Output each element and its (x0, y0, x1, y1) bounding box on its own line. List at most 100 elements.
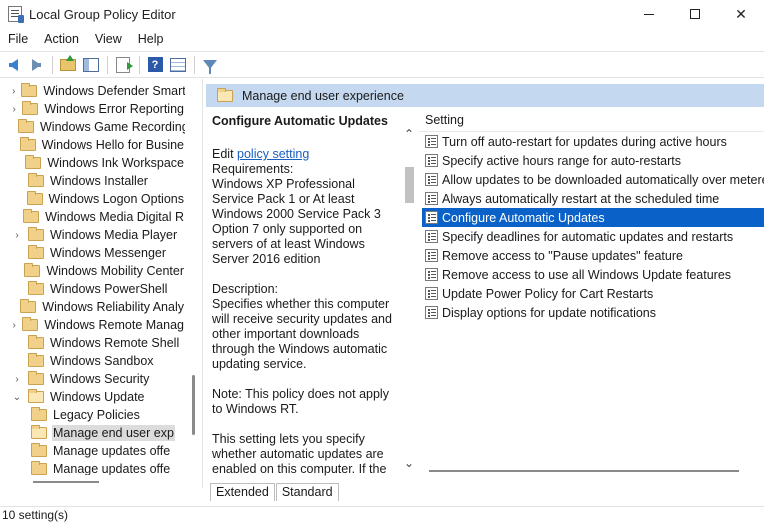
show-hide-tree-button[interactable] (80, 54, 102, 76)
view-button[interactable] (167, 54, 189, 76)
folder-icon (31, 407, 47, 421)
menu-view[interactable]: View (87, 28, 130, 50)
close-button[interactable]: ✕ (718, 0, 764, 28)
folder-icon (21, 83, 38, 97)
pane-header: Manage end user experience (206, 84, 764, 107)
folder-icon (26, 191, 43, 205)
scroll-up-icon[interactable]: ⌃ (404, 127, 414, 141)
tree-item-label: Windows Defender Smart (43, 84, 185, 98)
tab-standard[interactable]: Standard (275, 483, 339, 501)
setting-row[interactable]: Remove access to use all Windows Update … (422, 265, 764, 284)
tree-item[interactable]: › Windows Media Player (0, 226, 185, 244)
tree-item-label: Legacy Policies (53, 408, 140, 422)
menu-help[interactable]: Help (130, 28, 172, 50)
description-scrollbar[interactable]: ⌃ ⌄ (401, 127, 418, 472)
setting-row[interactable]: Turn off auto-restart for updates during… (422, 132, 764, 151)
tree-item[interactable]: Windows Media Digital R (0, 208, 185, 226)
expand-chevron-icon[interactable]: › (12, 82, 15, 100)
up-folder-icon (60, 54, 76, 71)
folder-icon (31, 461, 47, 475)
expand-chevron-icon[interactable]: › (12, 100, 16, 118)
tab-extended[interactable]: Extended (210, 483, 275, 501)
expand-chevron-icon[interactable]: › (12, 316, 16, 334)
expand-chevron-icon[interactable]: ⌄ (12, 388, 22, 406)
folder-icon (28, 371, 44, 385)
menu-action[interactable]: Action (36, 28, 87, 50)
policy-setting-icon (425, 306, 438, 319)
tree-item[interactable]: Windows Game Recording (0, 118, 185, 136)
tree-item[interactable]: Windows Messenger (0, 244, 185, 262)
expand-chevron-icon[interactable]: › (12, 370, 22, 388)
tree-item[interactable]: › Windows Error Reporting (0, 100, 185, 118)
folder-icon (28, 335, 44, 349)
setting-row[interactable]: Configure Automatic Updates (422, 208, 764, 227)
setting-row[interactable]: Specify deadlines for automatic updates … (422, 227, 764, 246)
tree-item[interactable]: Manage end user exp (0, 424, 185, 442)
expand-chevron-icon[interactable]: › (12, 226, 22, 244)
tree-item[interactable]: › Windows Remote Manag (0, 316, 185, 334)
setting-row[interactable]: Update Power Policy for Cart Restarts (422, 284, 764, 303)
details-pane: Manage end user experience Configure Aut… (206, 84, 764, 501)
help-button[interactable]: ? (144, 54, 166, 76)
view-tabs: Extended Standard (206, 481, 764, 501)
policy-setting-icon (425, 154, 438, 167)
setting-label: Specify active hours range for auto-rest… (442, 153, 682, 168)
edit-policy-setting-link[interactable]: policy setting (237, 147, 309, 161)
forward-button[interactable] (25, 54, 47, 76)
tree-item[interactable]: › Windows Defender Smart (0, 82, 185, 100)
folder-icon (18, 119, 34, 133)
back-arrow-icon (8, 58, 18, 71)
setting-row[interactable]: Specify active hours range for auto-rest… (422, 151, 764, 170)
menu-bar: File Action View Help (0, 28, 764, 50)
menu-file[interactable]: File (0, 28, 36, 50)
setting-row[interactable]: Allow updates to be downloaded automatic… (422, 170, 764, 189)
minimize-button[interactable] (626, 0, 672, 28)
setting-column-header[interactable]: Setting (419, 107, 764, 132)
setting-row[interactable]: Display options for update notifications (422, 303, 764, 322)
maximize-button[interactable] (672, 0, 718, 28)
tree-item[interactable]: › Windows Security (0, 370, 185, 388)
window-title: Local Group Policy Editor (29, 6, 176, 22)
tree-vertical-scrollbar[interactable] (185, 79, 202, 474)
edit-prefix: Edit (212, 147, 238, 161)
tree-item-label: Windows Update (50, 390, 145, 404)
tree-item[interactable]: Windows Sandbox (0, 352, 185, 370)
setting-label: Turn off auto-restart for updates during… (442, 134, 727, 149)
tree-item[interactable]: Windows PowerShell (0, 280, 185, 298)
description-scroll-thumb[interactable] (405, 167, 414, 203)
tree-item[interactable]: Manage updates offe (0, 442, 185, 460)
minimize-icon (644, 13, 654, 15)
tree-item[interactable]: Windows Installer (0, 172, 185, 190)
title-bar: Local Group Policy Editor ✕ (0, 0, 764, 28)
folder-icon (31, 443, 47, 457)
folder-icon (217, 87, 233, 102)
tree-horizontal-scrollbar[interactable] (0, 475, 185, 488)
back-button[interactable] (2, 54, 24, 76)
tree-item[interactable]: Windows Reliability Analy (0, 298, 185, 316)
tree-item[interactable]: ⌄ Windows Update (0, 388, 185, 406)
filter-icon (203, 60, 217, 74)
tree-item[interactable]: Windows Ink Workspace (0, 154, 185, 172)
tree-item[interactable]: Windows Hello for Busine (0, 136, 185, 154)
tree-item[interactable]: Windows Remote Shell (0, 334, 185, 352)
export-list-button[interactable] (112, 54, 134, 76)
folder-icon (25, 155, 42, 169)
tree-item[interactable]: Legacy Policies (0, 406, 185, 424)
up-one-level-button[interactable] (57, 54, 79, 76)
folder-icon (24, 263, 41, 277)
setting-row[interactable]: Remove access to "Pause updates" feature (422, 246, 764, 265)
setting-row[interactable]: Always automatically restart at the sche… (422, 189, 764, 208)
tree-item[interactable]: Windows Logon Options (0, 190, 185, 208)
tree-hscroll-thumb[interactable] (33, 481, 99, 483)
tree-item-label: Windows PowerShell (50, 282, 168, 296)
setting-label: Remove access to use all Windows Update … (442, 267, 732, 282)
tree-scroll-thumb[interactable] (192, 375, 195, 435)
scroll-down-icon[interactable]: ⌄ (404, 456, 414, 470)
tree-item-label: Windows Reliability Analy (42, 300, 184, 314)
policy-setting-icon (425, 268, 438, 281)
list-horizontal-scrollbar[interactable] (429, 470, 739, 472)
filter-button[interactable] (199, 54, 221, 76)
tree-item[interactable]: Windows Mobility Center (0, 262, 185, 280)
